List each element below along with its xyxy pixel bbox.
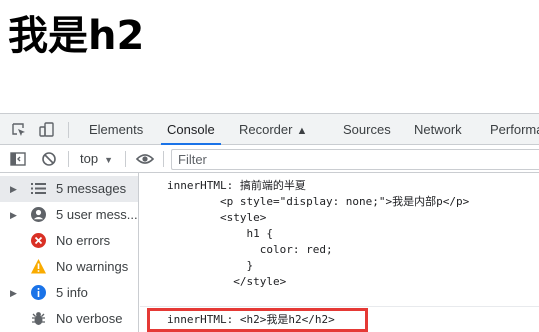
console-toolbar: top ▼: [0, 145, 539, 173]
tab-recorder[interactable]: Recorder ▲: [239, 114, 307, 145]
bug-icon: [32, 312, 45, 325]
tab-recorder-label: Recorder: [239, 122, 293, 137]
tab-console[interactable]: Console: [161, 114, 221, 145]
inspect-element-icon[interactable]: [10, 121, 28, 139]
sidebar-item-info[interactable]: ▶ 5 info: [0, 280, 138, 306]
sidebar-item-label: No errors: [56, 233, 111, 248]
expand-arrow-icon[interactable]: ▶: [10, 176, 17, 202]
tab-performance[interactable]: Performa: [490, 114, 539, 145]
device-toolbar-icon[interactable]: [38, 121, 56, 139]
expand-arrow-icon[interactable]: ▶: [10, 280, 17, 306]
error-icon: [31, 233, 46, 248]
console-message: innerHTML: <h2>我是h2</h2>: [167, 313, 335, 326]
devtools-panel: Elements Console Recorder ▲ Sources Netwo…: [0, 113, 539, 332]
context-value: top: [80, 151, 99, 166]
toolbar-divider: [163, 151, 164, 167]
context-selector[interactable]: top ▼: [80, 145, 113, 172]
flask-icon: ▲: [296, 125, 308, 137]
sidebar-toggle-icon[interactable]: [9, 150, 27, 168]
list-icon: [31, 183, 46, 194]
sidebar-item-label: No verbose: [56, 311, 123, 326]
tab-network[interactable]: Network: [414, 114, 462, 145]
warning-icon: [31, 259, 46, 274]
expand-arrow-icon[interactable]: ▶: [10, 202, 17, 228]
message-divider: [140, 306, 539, 307]
sidebar-item-user-messages[interactable]: ▶ 5 user mess...: [0, 202, 138, 228]
toolbar-divider: [68, 122, 69, 138]
sidebar-item-errors[interactable]: No errors: [0, 228, 138, 254]
info-icon: [31, 285, 46, 300]
eye-icon[interactable]: [135, 150, 155, 168]
sidebar-item-warnings[interactable]: No warnings: [0, 254, 138, 280]
sidebar-item-label: No warnings: [56, 259, 129, 274]
sidebar-item-messages[interactable]: ▶ 5 messages: [0, 176, 138, 202]
sidebar-item-label: 5 info: [56, 285, 88, 300]
sidebar-item-verbose[interactable]: No verbose: [0, 306, 138, 332]
sidebar-item-label: 5 user mess...: [56, 207, 138, 222]
dropdown-caret-icon: ▼: [104, 155, 113, 165]
tab-sources[interactable]: Sources: [343, 114, 391, 145]
filter-input[interactable]: [171, 149, 539, 170]
user-icon: [31, 207, 46, 222]
devtools-tabbar: Elements Console Recorder ▲ Sources Netwo…: [0, 113, 539, 145]
console-message: innerHTML: 搞前端的半夏 <p style="display: non…: [167, 179, 470, 288]
page-heading: 我是h2: [8, 13, 145, 59]
clear-console-icon[interactable]: [40, 150, 58, 168]
toolbar-divider: [68, 151, 69, 167]
console-sidebar: ▶ 5 messages ▶ 5 user mess... No errors: [0, 173, 139, 332]
console-output: innerHTML: 搞前端的半夏 <p style="display: non…: [140, 173, 539, 332]
toolbar-divider: [125, 151, 126, 167]
sidebar-item-label: 5 messages: [56, 181, 127, 196]
tab-elements[interactable]: Elements: [89, 114, 143, 145]
